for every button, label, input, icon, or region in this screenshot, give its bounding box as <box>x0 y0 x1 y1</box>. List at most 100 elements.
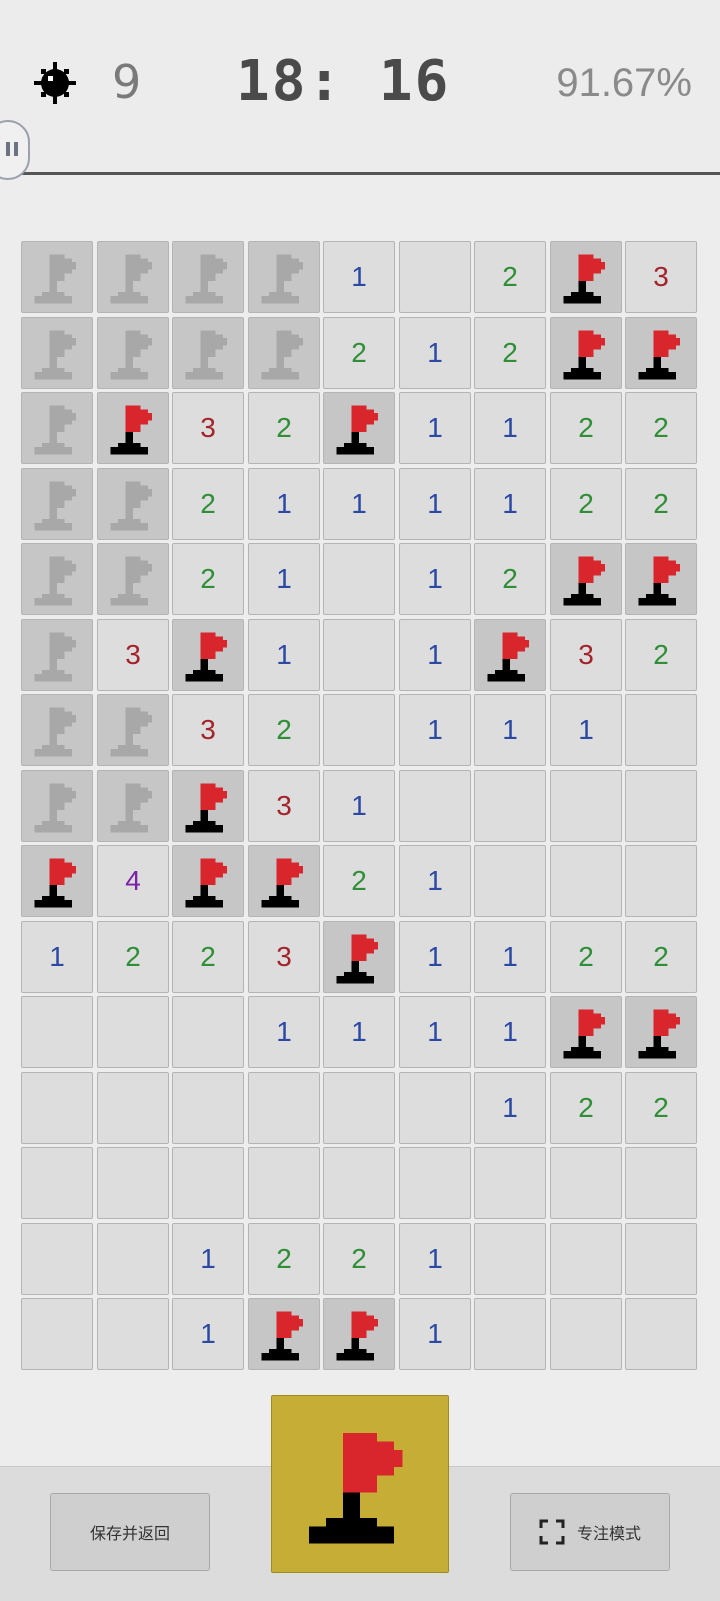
empty-cell[interactable] <box>21 1072 93 1144</box>
flagged-greyed-cell[interactable] <box>21 770 93 842</box>
flagged-cell[interactable] <box>550 996 622 1068</box>
number-cell[interactable]: 2 <box>323 1223 395 1295</box>
empty-cell[interactable] <box>323 619 395 691</box>
flagged-cell[interactable] <box>172 845 244 917</box>
number-cell[interactable]: 4 <box>97 845 169 917</box>
number-cell[interactable]: 3 <box>248 770 320 842</box>
number-cell[interactable]: 1 <box>399 619 471 691</box>
empty-cell[interactable] <box>550 770 622 842</box>
number-cell[interactable]: 3 <box>625 241 697 313</box>
flagged-cell[interactable] <box>248 1298 320 1370</box>
empty-cell[interactable] <box>474 1298 546 1370</box>
number-cell[interactable]: 1 <box>323 241 395 313</box>
number-cell[interactable]: 2 <box>625 619 697 691</box>
empty-cell[interactable] <box>399 1147 471 1219</box>
empty-cell[interactable] <box>399 241 471 313</box>
number-cell[interactable]: 3 <box>172 694 244 766</box>
number-cell[interactable]: 2 <box>474 317 546 389</box>
empty-cell[interactable] <box>550 845 622 917</box>
empty-cell[interactable] <box>474 770 546 842</box>
empty-cell[interactable] <box>172 996 244 1068</box>
empty-cell[interactable] <box>97 1298 169 1370</box>
empty-cell[interactable] <box>21 1223 93 1295</box>
empty-cell[interactable] <box>21 1298 93 1370</box>
number-cell[interactable]: 1 <box>550 694 622 766</box>
flagged-greyed-cell[interactable] <box>21 468 93 540</box>
empty-cell[interactable] <box>97 996 169 1068</box>
number-cell[interactable]: 1 <box>323 996 395 1068</box>
flagged-cell[interactable] <box>248 845 320 917</box>
flagged-greyed-cell[interactable] <box>97 770 169 842</box>
flagged-cell[interactable] <box>625 317 697 389</box>
flagged-cell[interactable] <box>323 921 395 993</box>
empty-cell[interactable] <box>399 770 471 842</box>
number-cell[interactable]: 1 <box>399 1298 471 1370</box>
number-cell[interactable]: 2 <box>474 241 546 313</box>
flagged-cell[interactable] <box>323 1298 395 1370</box>
number-cell[interactable]: 2 <box>625 392 697 464</box>
number-cell[interactable]: 2 <box>172 921 244 993</box>
number-cell[interactable]: 1 <box>172 1298 244 1370</box>
number-cell[interactable]: 1 <box>248 619 320 691</box>
number-cell[interactable]: 2 <box>172 468 244 540</box>
empty-cell[interactable] <box>21 996 93 1068</box>
empty-cell[interactable] <box>474 845 546 917</box>
empty-cell[interactable] <box>97 1147 169 1219</box>
number-cell[interactable]: 1 <box>399 1223 471 1295</box>
flagged-greyed-cell[interactable] <box>97 317 169 389</box>
number-cell[interactable]: 3 <box>550 619 622 691</box>
flagged-cell[interactable] <box>550 241 622 313</box>
flagged-cell[interactable] <box>625 996 697 1068</box>
flagged-cell[interactable] <box>550 317 622 389</box>
number-cell[interactable]: 2 <box>323 317 395 389</box>
flagged-greyed-cell[interactable] <box>21 241 93 313</box>
flagged-greyed-cell[interactable] <box>21 392 93 464</box>
empty-cell[interactable] <box>625 694 697 766</box>
empty-cell[interactable] <box>323 543 395 615</box>
flagged-greyed-cell[interactable] <box>248 317 320 389</box>
number-cell[interactable]: 3 <box>248 921 320 993</box>
flagged-greyed-cell[interactable] <box>21 317 93 389</box>
flagged-greyed-cell[interactable] <box>248 241 320 313</box>
number-cell[interactable]: 2 <box>474 543 546 615</box>
number-cell[interactable]: 1 <box>399 694 471 766</box>
number-cell[interactable]: 1 <box>474 921 546 993</box>
number-cell[interactable]: 2 <box>625 468 697 540</box>
number-cell[interactable]: 2 <box>625 921 697 993</box>
flagged-cell[interactable] <box>323 392 395 464</box>
flagged-greyed-cell[interactable] <box>21 694 93 766</box>
empty-cell[interactable] <box>248 1147 320 1219</box>
flagged-cell[interactable] <box>550 543 622 615</box>
flagged-cell[interactable] <box>474 619 546 691</box>
number-cell[interactable]: 1 <box>474 468 546 540</box>
number-cell[interactable]: 2 <box>172 543 244 615</box>
number-cell[interactable]: 1 <box>399 317 471 389</box>
number-cell[interactable]: 1 <box>474 1072 546 1144</box>
number-cell[interactable]: 2 <box>248 694 320 766</box>
empty-cell[interactable] <box>172 1072 244 1144</box>
number-cell[interactable]: 3 <box>172 392 244 464</box>
empty-cell[interactable] <box>474 1223 546 1295</box>
number-cell[interactable]: 2 <box>550 921 622 993</box>
number-cell[interactable]: 2 <box>550 392 622 464</box>
number-cell[interactable]: 1 <box>399 996 471 1068</box>
empty-cell[interactable] <box>625 845 697 917</box>
empty-cell[interactable] <box>625 1147 697 1219</box>
number-cell[interactable]: 1 <box>323 770 395 842</box>
flagged-cell[interactable] <box>97 392 169 464</box>
number-cell[interactable]: 2 <box>248 1223 320 1295</box>
number-cell[interactable]: 1 <box>21 921 93 993</box>
number-cell[interactable]: 2 <box>625 1072 697 1144</box>
empty-cell[interactable] <box>625 770 697 842</box>
flagged-greyed-cell[interactable] <box>21 543 93 615</box>
number-cell[interactable]: 1 <box>474 996 546 1068</box>
flagged-greyed-cell[interactable] <box>21 619 93 691</box>
number-cell[interactable]: 2 <box>550 468 622 540</box>
flag-mode-toggle-button[interactable] <box>271 1395 449 1573</box>
empty-cell[interactable] <box>172 1147 244 1219</box>
empty-cell[interactable] <box>474 1147 546 1219</box>
number-cell[interactable]: 2 <box>323 845 395 917</box>
empty-cell[interactable] <box>550 1298 622 1370</box>
number-cell[interactable]: 2 <box>550 1072 622 1144</box>
empty-cell[interactable] <box>550 1223 622 1295</box>
